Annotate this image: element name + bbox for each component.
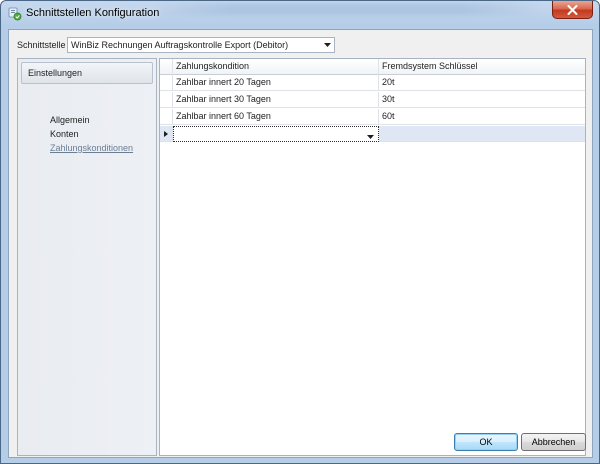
grid-header-row: Zahlungskondition Fremdsystem Schlüssel xyxy=(160,59,585,75)
cell-key[interactable]: 20t xyxy=(379,75,585,91)
cell-condition[interactable]: Zahlbar innert 30 Tagen xyxy=(173,92,379,108)
ok-button[interactable]: OK xyxy=(454,433,518,451)
close-icon xyxy=(567,4,578,15)
row-indicator[interactable] xyxy=(160,126,173,142)
cell-condition[interactable]: Zahlbar innert 60 Tagen xyxy=(173,109,379,125)
nav-item-konten[interactable]: Konten xyxy=(50,129,79,139)
column-header-condition[interactable]: Zahlungskondition xyxy=(173,59,379,75)
title-bar-glass xyxy=(151,3,541,15)
table-row[interactable]: Zahlbar innert 20 Tagen 20t xyxy=(160,75,585,91)
settings-group-header[interactable]: Einstellungen xyxy=(21,62,153,84)
table-row[interactable]: Zahlbar innert 60 Tagen 60t xyxy=(160,109,585,125)
chevron-down-icon[interactable] xyxy=(367,131,375,139)
cancel-button[interactable]: Abbrechen xyxy=(521,433,586,451)
cell-key[interactable]: 30t xyxy=(379,92,585,108)
dialog-window: Schnittstellen Konfiguration Schnittstel… xyxy=(0,0,600,464)
title-bar[interactable]: Schnittstellen Konfiguration xyxy=(1,1,599,27)
interface-label: Schnittstelle xyxy=(17,40,66,50)
row-indicator[interactable] xyxy=(160,75,173,91)
row-indicator[interactable] xyxy=(160,109,173,125)
column-header-key[interactable]: Fremdsystem Schlüssel xyxy=(379,59,585,75)
cell-condition[interactable]: Zahlbar innert 20 Tagen xyxy=(173,75,379,91)
table-row[interactable]: Zahlbar innert 30 Tagen 30t xyxy=(160,92,585,108)
row-indicator[interactable] xyxy=(160,92,173,108)
new-row-condition-dropdown[interactable] xyxy=(173,126,379,142)
app-icon xyxy=(8,7,22,21)
row-header-corner xyxy=(160,59,173,75)
new-row-key-cell[interactable] xyxy=(379,126,585,142)
payment-conditions-grid: Zahlungskondition Fremdsystem Schlüssel … xyxy=(159,58,586,456)
nav-item-allgemein[interactable]: Allgemein xyxy=(50,115,90,125)
row-pointer-icon xyxy=(164,131,168,137)
settings-navigation: Einstellungen Allgemein Konten Zahlungsk… xyxy=(17,58,157,456)
window-title: Schnittstellen Konfiguration xyxy=(26,7,160,19)
nav-item-zahlungskonditionen[interactable]: Zahlungskonditionen xyxy=(50,143,133,153)
chevron-down-icon[interactable] xyxy=(320,38,334,52)
close-button[interactable] xyxy=(552,1,593,19)
interface-dropdown[interactable]: WinBiz Rechnungen Auftragskontrolle Expo… xyxy=(67,37,335,53)
cell-key[interactable]: 60t xyxy=(379,109,585,125)
interface-dropdown-value: WinBiz Rechnungen Auftragskontrolle Expo… xyxy=(71,40,289,50)
dialog-body: Schnittstelle WinBiz Rechnungen Auftrags… xyxy=(8,29,593,458)
